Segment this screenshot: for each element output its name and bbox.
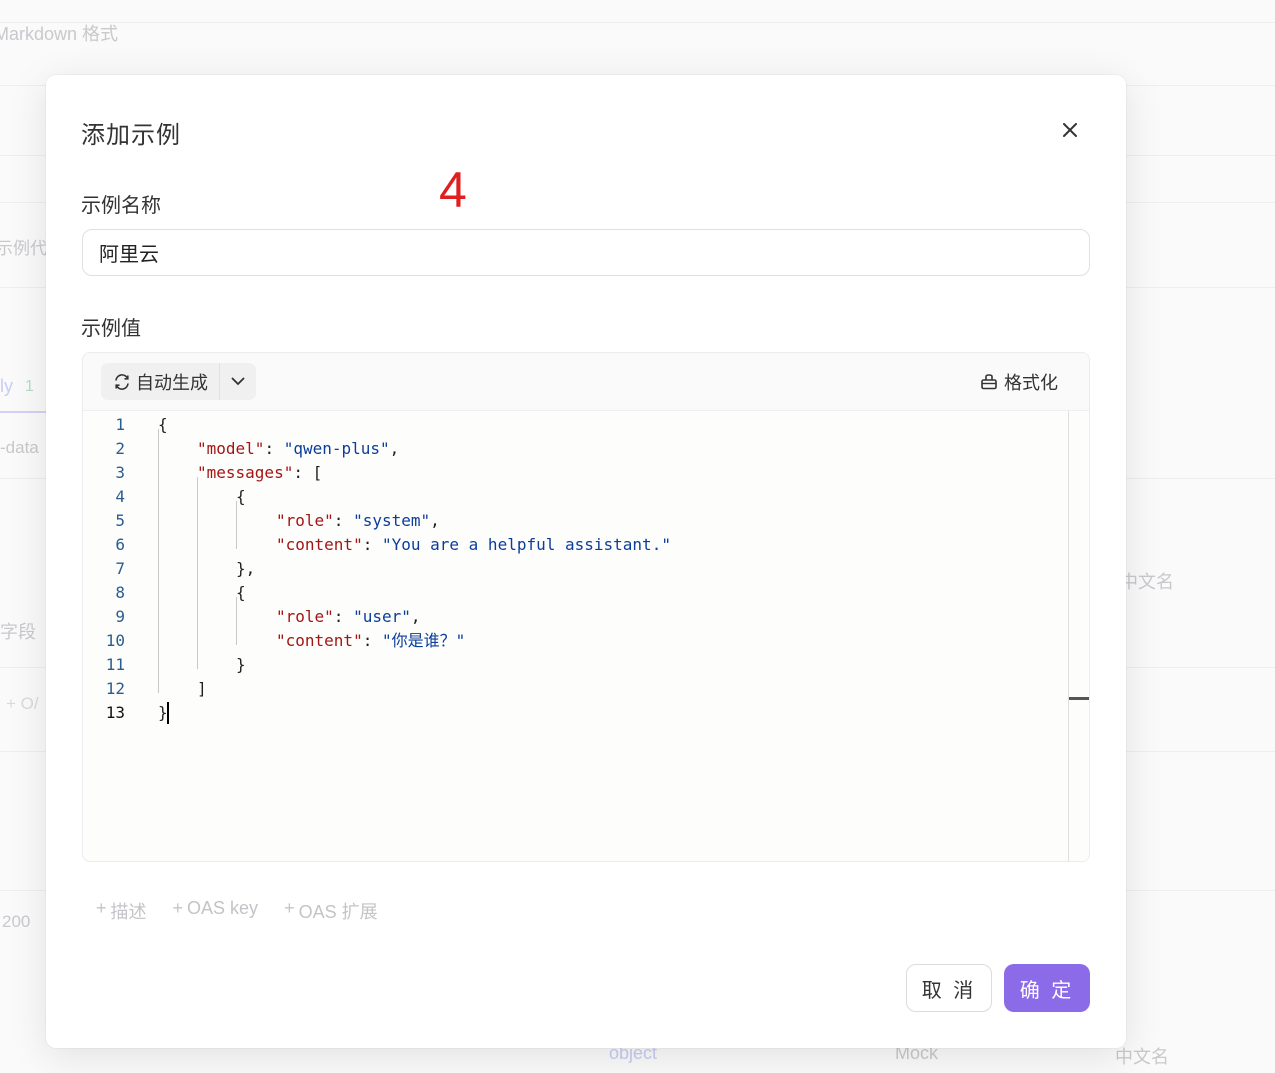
text-cursor (167, 702, 169, 724)
code-line: 2 "model": "qwen-plus", (115, 439, 400, 458)
code-line: 8{ (115, 583, 246, 602)
refresh-icon (115, 373, 129, 390)
editor-scrollbar[interactable] (1068, 411, 1089, 861)
json-key: "messages" (197, 463, 294, 482)
divider (0, 22, 1275, 23)
add-example-dialog: 添加示例 4 示例名称 示例值 自动生成 (46, 75, 1126, 1048)
json-key: "model" (197, 439, 265, 458)
oas-add-link: + O/ (6, 694, 39, 713)
code-line: 6 "content": "You are a helpful assistant… (115, 535, 671, 554)
auto-generate-dropdown[interactable] (220, 363, 256, 400)
close-button[interactable] (1058, 118, 1082, 142)
form-data-label: -data (0, 438, 39, 457)
field-label: 字段 (0, 622, 36, 642)
scroll-cursor-marker (1069, 697, 1089, 700)
auto-generate-button[interactable]: 自动生成 (101, 363, 219, 400)
code-line: 10 "content": "你是谁？" (105, 631, 466, 650)
auto-generate-group: 自动生成 (101, 363, 256, 400)
json-string: "你是谁？" (381, 631, 466, 650)
code-line: 3 "messages": [ (115, 463, 323, 482)
code-line: 12] (105, 679, 207, 698)
dialog-title: 添加示例 (81, 122, 181, 149)
code-line: 9 "role": "user", (115, 607, 421, 626)
example-name-input[interactable] (82, 229, 1090, 276)
add-fields-row: + 描述 + OAS key + OAS 扩展 (96, 898, 378, 924)
code-line: 11} (105, 655, 246, 674)
code-line: 13} (105, 703, 168, 722)
json-string: "user" (353, 607, 411, 626)
plus-icon: + (96, 898, 107, 918)
annotation-number: 4 (439, 162, 467, 218)
code-line: 5 "role": "system", (115, 511, 440, 530)
add-description-link[interactable]: + 描述 (96, 898, 147, 924)
format-brush-icon (981, 373, 997, 389)
code-content[interactable]: 1{ 2 "model": "qwen-plus", 3 "messages": [… (83, 411, 1068, 861)
auto-generate-label: 自动生成 (136, 372, 208, 393)
cancel-button[interactable]: 取 消 (906, 964, 992, 1012)
markdown-format-label: Markdown 格式 (0, 24, 119, 44)
format-label: 格式化 (1004, 372, 1058, 393)
body-count-badge: 1 (25, 378, 34, 395)
code-line: 4{ (115, 487, 246, 506)
close-icon (1063, 123, 1077, 137)
json-string: "You are a helpful assistant." (381, 535, 671, 554)
editor-toolbar: 自动生成 格式化 (83, 353, 1089, 411)
json-key: "content" (276, 631, 363, 650)
chinese-name-label: 中文名 (1115, 1047, 1169, 1067)
tab-underline (0, 411, 46, 413)
add-oas-extension-link[interactable]: + OAS 扩展 (284, 898, 378, 924)
example-code-label: 示例代 (0, 239, 47, 258)
confirm-button[interactable]: 确 定 (1004, 964, 1090, 1012)
json-key: "role" (276, 511, 334, 530)
add-description-label: 描述 (110, 902, 147, 922)
add-oas-key-link[interactable]: + OAS key (173, 898, 259, 924)
chevron-down-icon (231, 377, 245, 386)
plus-icon: + (172, 898, 184, 918)
chinese-name-label: 中文名 (1120, 572, 1174, 592)
add-oas-extension-label: OAS 扩展 (298, 902, 378, 922)
example-name-label: 示例名称 (81, 195, 161, 217)
json-string: "qwen-plus" (283, 439, 390, 458)
body-tab: ly (0, 376, 13, 396)
json-key: "role" (276, 607, 334, 626)
format-button[interactable]: 格式化 (980, 363, 1058, 400)
example-value-label: 示例值 (81, 318, 141, 340)
json-key: "content" (276, 535, 363, 554)
code-line: 1{ (115, 415, 168, 434)
code-line: 7}, (115, 559, 256, 578)
add-oas-key-label: OAS key (187, 898, 259, 918)
code-editor[interactable]: 自动生成 格式化 1 {2 "model": "qwen-plus", 3 "… (82, 352, 1090, 862)
plus-icon: + (284, 898, 295, 918)
status-code: 200 (2, 912, 31, 931)
json-string: "system" (353, 511, 431, 530)
